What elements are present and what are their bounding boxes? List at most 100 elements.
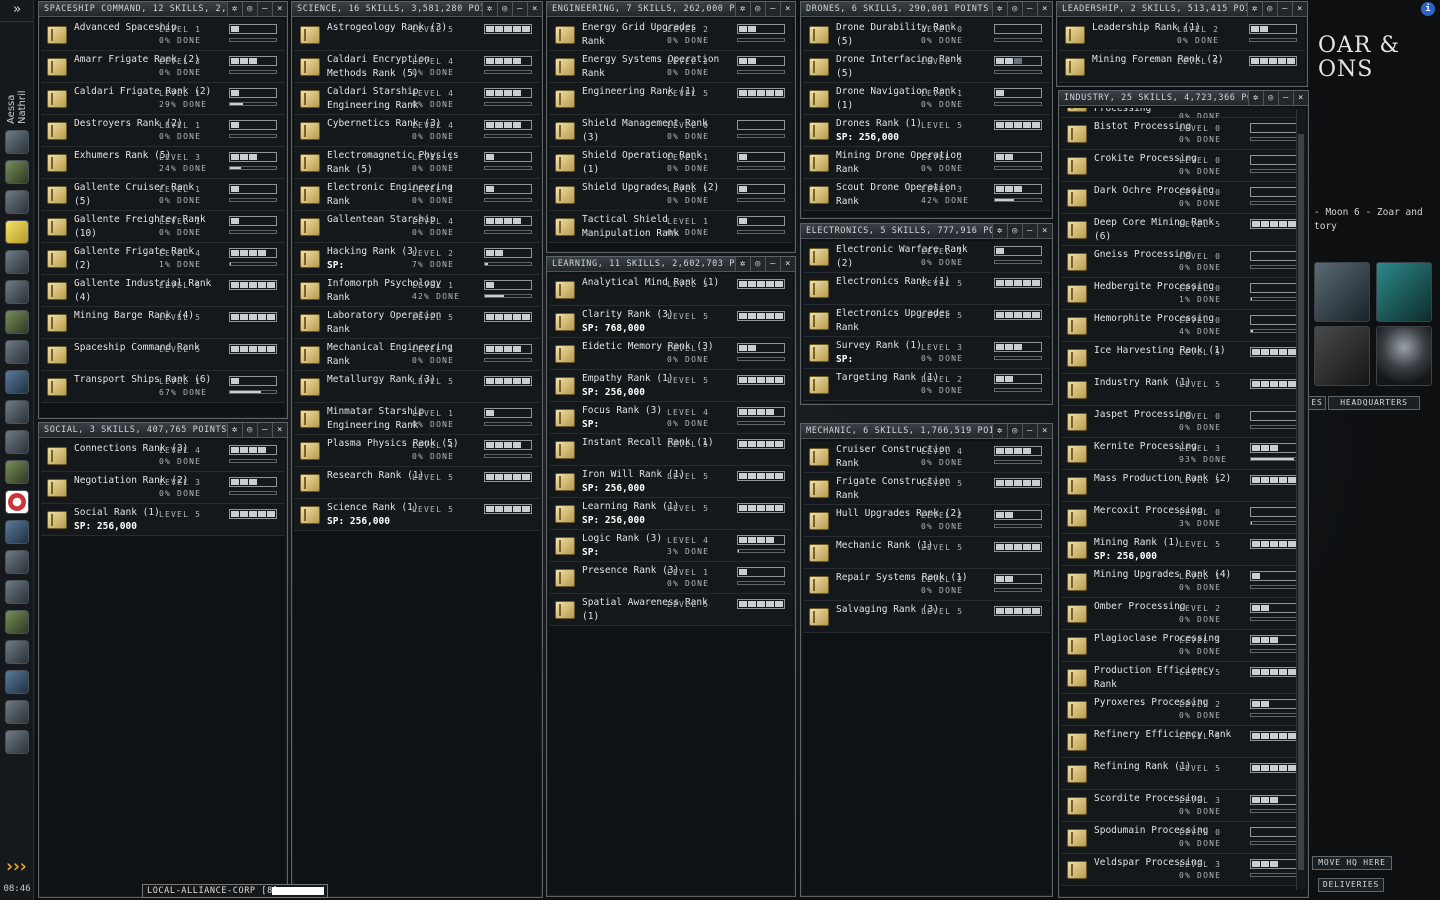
skill-row[interactable]: Plagioclase Processing LEVEL 3 0% DONE	[1061, 630, 1306, 662]
skill-row[interactable]: Engineering Rank (1) LEVEL 5	[549, 83, 793, 115]
skill-group-window[interactable]: SOCIAL, 3 SKILLS, 407,765 POINTS ✲ ◎ – × Conn…	[38, 422, 288, 898]
skill-row[interactable]: Astrogeology Rank (3) LEVEL 5	[294, 19, 540, 51]
settings-icon[interactable]: ✲	[992, 2, 1007, 16]
skill-row[interactable]: Electromagnetic Physics Rank (5) LEVEL 10…	[294, 147, 540, 179]
skill-row[interactable]: Refinery Efficiency Rank LEVEL 5	[1061, 726, 1306, 758]
skill-group-window[interactable]: INDUSTRY, 25 SKILLS, 4,723,366 POINTS ✲ ◎ –…	[1058, 90, 1309, 898]
skill-row[interactable]: Dark Ochre Processing LEVEL 0 0% DONE	[1061, 182, 1306, 214]
minimize-icon[interactable]: –	[1278, 91, 1293, 105]
minimize-icon[interactable]: –	[765, 2, 780, 16]
skill-row[interactable]: Drone Navigation Rank (1) LEVEL 1 0% DONE	[803, 83, 1050, 115]
skill-row[interactable]: Mechanic Rank (1) LEVEL 5	[803, 537, 1050, 569]
close-icon[interactable]: ×	[272, 2, 287, 16]
service-research-icon[interactable]	[1376, 262, 1432, 322]
expand-neocom-button[interactable]: »	[0, 0, 34, 22]
close-icon[interactable]: ×	[780, 2, 795, 16]
character-sheet-icon[interactable]	[5, 130, 29, 154]
skill-row[interactable]: Minmatar Starship Engineering Rank LEVEL …	[294, 403, 540, 435]
skill-row[interactable]: Laboratory Operation Rank LEVEL 5	[294, 307, 540, 339]
settings-icon[interactable]: ✲	[1248, 91, 1263, 105]
skill-group-window[interactable]: DRONES, 6 SKILLS, 290,001 POINTS (✲ ◎ – × Dr…	[800, 1, 1053, 219]
window-title[interactable]: ELECTRONICS, 5 SKILLS, 777,916 POINTS ✲ ◎ –…	[801, 224, 1052, 239]
industry-scrollbar[interactable]	[1296, 110, 1305, 890]
skill-row[interactable]: Learning Rank (1) SP: 256,000 LEVEL 5	[549, 498, 793, 530]
portrait-icon[interactable]	[5, 670, 29, 694]
skill-row[interactable]: Exhumers Rank (5) LEVEL 3 24% DONE	[41, 147, 285, 179]
skill-group-window[interactable]: MECHANIC, 6 SKILLS, 1,766,519 POINTS ✲ ◎ – ×…	[800, 423, 1053, 897]
skill-row[interactable]: Scordite Processing LEVEL 3 0% DONE	[1061, 790, 1306, 822]
fitting-icon[interactable]	[5, 250, 29, 274]
minimize-icon[interactable]: –	[1022, 2, 1037, 16]
corporation-icon[interactable]	[5, 370, 29, 394]
skill-row[interactable]: Infomorph Psychology Rank LEVEL 1 42% DONE	[294, 275, 540, 307]
close-icon[interactable]: ×	[272, 423, 287, 437]
skill-row[interactable]: Hedbergite Processing LEVEL 0 1% DONE	[1061, 278, 1306, 310]
service-ceo-icon[interactable]	[1376, 326, 1432, 386]
skill-row[interactable]: Electronic Engineering Rank LEVEL 1 0% DON…	[294, 179, 540, 211]
skill-row[interactable]: Plasma Physics Rank (5) LEVEL 4 0% DONE	[294, 435, 540, 467]
minimize-icon[interactable]: –	[257, 2, 272, 16]
window-title[interactable]: SPACESHIP COMMAND, 12 SKILLS, 2,514,240 …	[39, 2, 287, 17]
skill-group-window[interactable]: ENGINEERING, 7 SKILLS, 262,000 POINTS ✲ ◎ –…	[546, 1, 796, 253]
skill-row[interactable]: Mercoxit Processing LEVEL 0 3% DONE	[1061, 502, 1306, 534]
pilot-name[interactable]: Aessa Nathril	[0, 60, 34, 124]
skill-row[interactable]: Negotiation Rank (2) LEVEL 3 0% DONE	[41, 472, 285, 504]
skill-row[interactable]: Instant Recall Rank (1) LEVEL 5	[549, 434, 793, 466]
skill-group-window[interactable]: LEADERSHIP, 2 SKILLS, 513,415 POINTS ✲ ◎ – ×…	[1056, 1, 1308, 87]
skill-row[interactable]: Destroyers Rank (2) LEVEL 1 0% DONE	[41, 115, 285, 147]
skill-row[interactable]: Logic Rank (3) SP: LEVEL 4 3% DONE	[549, 530, 793, 562]
minimize-icon[interactable]: –	[257, 423, 272, 437]
skill-row[interactable]: Scout Drone Operation Rank LEVEL 3 42% DON…	[803, 179, 1050, 211]
skill-row[interactable]: Focus Rank (3) SP: LEVEL 4 0% DONE	[549, 402, 793, 434]
move-hq-button[interactable]: MOVE HQ HERE	[1312, 856, 1392, 870]
pin-icon[interactable]: ◎	[242, 423, 257, 437]
settings-icon[interactable]: ✲	[227, 2, 242, 16]
skill-row[interactable]: Gneiss Processing LEVEL 0 0% DONE	[1061, 246, 1306, 278]
window-title[interactable]: INDUSTRY, 25 SKILLS, 4,723,366 POINTS ✲ ◎ –…	[1059, 91, 1308, 106]
pin-icon[interactable]: ◎	[1007, 2, 1022, 16]
market-icon[interactable]	[5, 280, 29, 304]
skill-list[interactable]: Analytical Mind Rank (1) LEVEL 5 Clarity R…	[549, 274, 793, 894]
skill-row[interactable]: Survey Rank (1) SP: LEVEL 3 0% DONE	[803, 337, 1050, 369]
people-icon[interactable]	[5, 160, 29, 184]
window-title[interactable]: SCIENCE, 16 SKILLS, 3,581,280 POINTS ✲ ◎ – ×	[292, 2, 542, 17]
skill-row[interactable]: Frigate Construction Rank LEVEL 5	[803, 473, 1050, 505]
window-title[interactable]: DRONES, 6 SKILLS, 290,001 POINTS (✲ ◎ – ×	[801, 2, 1052, 17]
deliveries-button[interactable]: DELIVERIES	[1318, 878, 1384, 892]
skill-row[interactable]: Spodumain Processing LEVEL 0 0% DONE	[1061, 822, 1306, 854]
info-icon[interactable]: i	[1421, 2, 1435, 16]
skill-row[interactable]: Crokite Processing LEVEL 0 0% DONE	[1061, 150, 1306, 182]
chat-input[interactable]	[272, 887, 324, 895]
skill-row[interactable]: Research Rank (1) LEVEL 5	[294, 467, 540, 499]
skill-list[interactable]: Energy Grid Upgrades Rank LEVEL 2 0% DONE E…	[549, 19, 793, 250]
skill-group-window[interactable]: LEARNING, 11 SKILLS, 2,602,703 POINTS ✲ ◎ –…	[546, 256, 796, 897]
skill-row[interactable]: Kernite Processing LEVEL 3 93% DONE	[1061, 438, 1306, 470]
minimize-icon[interactable]: –	[512, 2, 527, 16]
info-icon[interactable]	[5, 640, 29, 664]
pin-icon[interactable]: ◎	[750, 257, 765, 271]
skill-row[interactable]: Mechanical Engineering Rank LEVEL 4 0% DON…	[294, 339, 540, 371]
close-icon[interactable]: ×	[1037, 224, 1052, 238]
skill-row[interactable]: Spatial Awareness Rank (1) LEVEL 5	[549, 594, 793, 626]
tab-partial[interactable]: ES	[1308, 396, 1326, 410]
skill-group-window[interactable]: SCIENCE, 16 SKILLS, 3,581,280 POINTS ✲ ◎ – ×…	[291, 1, 543, 898]
agents-icon[interactable]	[5, 520, 29, 544]
window-title[interactable]: LEARNING, 11 SKILLS, 2,602,703 POINTS ✲ ◎ –…	[547, 257, 795, 272]
service-corp-icon[interactable]	[1314, 262, 1370, 322]
skill-row[interactable]: Metallurgy Rank (3) LEVEL 5	[294, 371, 540, 403]
pin-icon[interactable]: ◎	[497, 2, 512, 16]
skill-row[interactable]: Veldspar Processing LEVEL 3 0% DONE	[1061, 854, 1306, 886]
skill-row[interactable]: Hacking Rank (3) SP: LEVEL 2 7% DONE	[294, 243, 540, 275]
skill-row[interactable]: Spaceship Command Rank LEVEL 5	[41, 339, 285, 371]
skill-row[interactable]: Deep Core Mining Rank (6) LEVEL 5	[1061, 214, 1306, 246]
minimize-icon[interactable]: –	[1022, 424, 1037, 438]
expand-chevrons-icon[interactable]: ›››	[4, 856, 28, 877]
skill-row[interactable]: Mass Production Rank (2) LEVEL 5	[1061, 470, 1306, 502]
settings-icon[interactable]: ✲	[482, 2, 497, 16]
chat-channel[interactable]: LOCAL-ALLIANCE-CORP [8]	[142, 884, 328, 898]
skill-row[interactable]: Shield Management Rank (3) LEVEL 0 0% DONE	[549, 115, 793, 147]
skill-row[interactable]: Presence Rank (3) LEVEL 1 0% DONE	[549, 562, 793, 594]
skill-row[interactable]: Leadership Rank (1) LEVEL 2 0% DONE	[1059, 19, 1305, 51]
service-ship-icon[interactable]	[1314, 326, 1370, 386]
skill-row[interactable]: Amarr Frigate Rank (2) LEVEL 3 0% DONE	[41, 51, 285, 83]
